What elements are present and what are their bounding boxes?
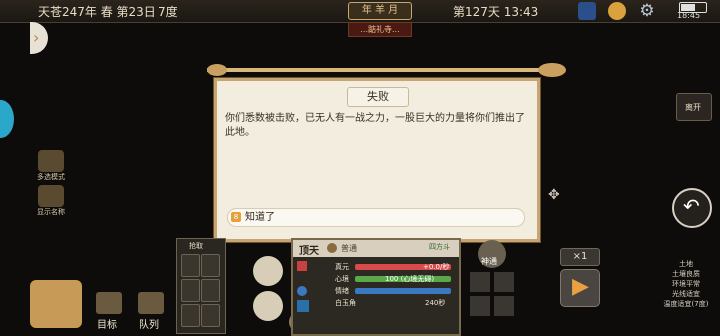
- terrain-info: 土地 土壤良质 环境平常 光线适宜 温度适宜(7度): [654, 259, 718, 309]
- character-header: 顶天 普通 四方斗: [293, 240, 459, 257]
- figure-icon[interactable]: [253, 291, 283, 321]
- character-panel: 顶天 普通 四方斗 真元 +0.0/秒 心境 100 (心境无碍) 情绪 白玉角…: [291, 238, 461, 336]
- gear-icon[interactable]: ⚙: [638, 2, 656, 20]
- day-time-text: 第127天 13:43: [453, 5, 539, 19]
- back-button[interactable]: ↶: [672, 188, 712, 228]
- terrain-line: 土壤良质: [672, 270, 700, 278]
- stat-value: 240秒: [425, 299, 446, 307]
- team-icon[interactable]: [138, 292, 164, 314]
- year-badge: 年 羊 月: [348, 2, 412, 20]
- drop-icon: [297, 286, 307, 296]
- play-button[interactable]: ▶: [560, 269, 600, 307]
- multi-select-icon[interactable]: [38, 150, 64, 172]
- stat-value: +0.0/秒: [423, 263, 450, 271]
- portrait-icon[interactable]: [253, 256, 283, 286]
- grab-label: 抢取: [189, 242, 203, 250]
- location-badge: ...踮礼寺...: [348, 22, 412, 37]
- stat-label: 心境: [335, 275, 349, 283]
- dialog-title: 失败: [347, 87, 409, 107]
- chevron-right-icon: ›: [33, 28, 40, 47]
- speed-indicator[interactable]: ×1: [560, 248, 600, 266]
- palette-icon[interactable]: [608, 2, 626, 20]
- action-slot[interactable]: [470, 272, 490, 292]
- acknowledge-label: 知道了: [245, 212, 275, 223]
- option-badge: 8: [231, 212, 241, 222]
- side-tab-button[interactable]: [0, 100, 14, 138]
- terrain-line: 环境平常: [672, 280, 700, 288]
- gourd-icon[interactable]: [30, 280, 82, 328]
- show-names-label: 显示名称: [37, 208, 65, 216]
- fullscreen-icon[interactable]: ✥: [548, 187, 560, 203]
- dialog-body: 你们悉数被击败，已无人有一战之力，一股巨大的力量将你们推出了此地。: [225, 113, 525, 138]
- terrain-line: 温度适宜(7度): [663, 300, 709, 308]
- undo-icon: ↶: [683, 194, 700, 218]
- inventory-slot[interactable]: [181, 304, 200, 327]
- stat-value: 100 (心境无碍): [385, 275, 435, 283]
- action-slot[interactable]: [494, 272, 514, 292]
- team-label: 队列: [139, 320, 159, 331]
- stat-label: 白玉角: [335, 299, 356, 307]
- action-slot[interactable]: [494, 296, 514, 316]
- leave-button[interactable]: 离开: [676, 93, 712, 121]
- inventory-slot[interactable]: [201, 254, 220, 277]
- terrain-line: 光线适宜: [672, 290, 700, 298]
- stat-label: 真元: [335, 263, 349, 271]
- journal-icon[interactable]: [578, 2, 596, 20]
- scroll-rod-top: [207, 63, 566, 77]
- temperature-text: 7度: [158, 5, 178, 19]
- inventory-slot[interactable]: [181, 279, 200, 302]
- character-status: 普通: [341, 244, 357, 253]
- date-text: 天苍247年 春 第23日: [38, 5, 156, 19]
- defeat-dialog: 失败 你们悉数被击败，已无人有一战之力，一股巨大的力量将你们推出了此地。 8 知…: [214, 78, 540, 242]
- play-icon: ▶: [572, 274, 589, 299]
- multi-select-label: 多选模式: [37, 173, 65, 181]
- terrain-line: 土地: [679, 260, 693, 268]
- target-label: 目标: [97, 320, 117, 331]
- eye-icon[interactable]: [38, 185, 64, 207]
- action-slot[interactable]: [470, 296, 490, 316]
- acknowledge-button[interactable]: 8 知道了: [227, 208, 525, 227]
- target-icon[interactable]: [96, 292, 122, 314]
- skill-label: 神通: [481, 257, 497, 266]
- stat-bar: [355, 288, 451, 294]
- gem-icon: [297, 300, 309, 312]
- inventory-slot[interactable]: [201, 279, 220, 302]
- stat-label: 情绪: [335, 287, 349, 295]
- character-tag: 四方斗: [429, 243, 450, 251]
- expand-arrow-button[interactable]: ›: [30, 22, 48, 54]
- feather-icon: [327, 243, 337, 253]
- clock-text: 18:45: [677, 11, 701, 20]
- inventory-slot[interactable]: [201, 304, 220, 327]
- inventory-slot[interactable]: [181, 254, 200, 277]
- character-name: 顶天: [299, 246, 319, 257]
- grab-panel: 抢取: [176, 238, 226, 334]
- heart-icon: [297, 261, 307, 271]
